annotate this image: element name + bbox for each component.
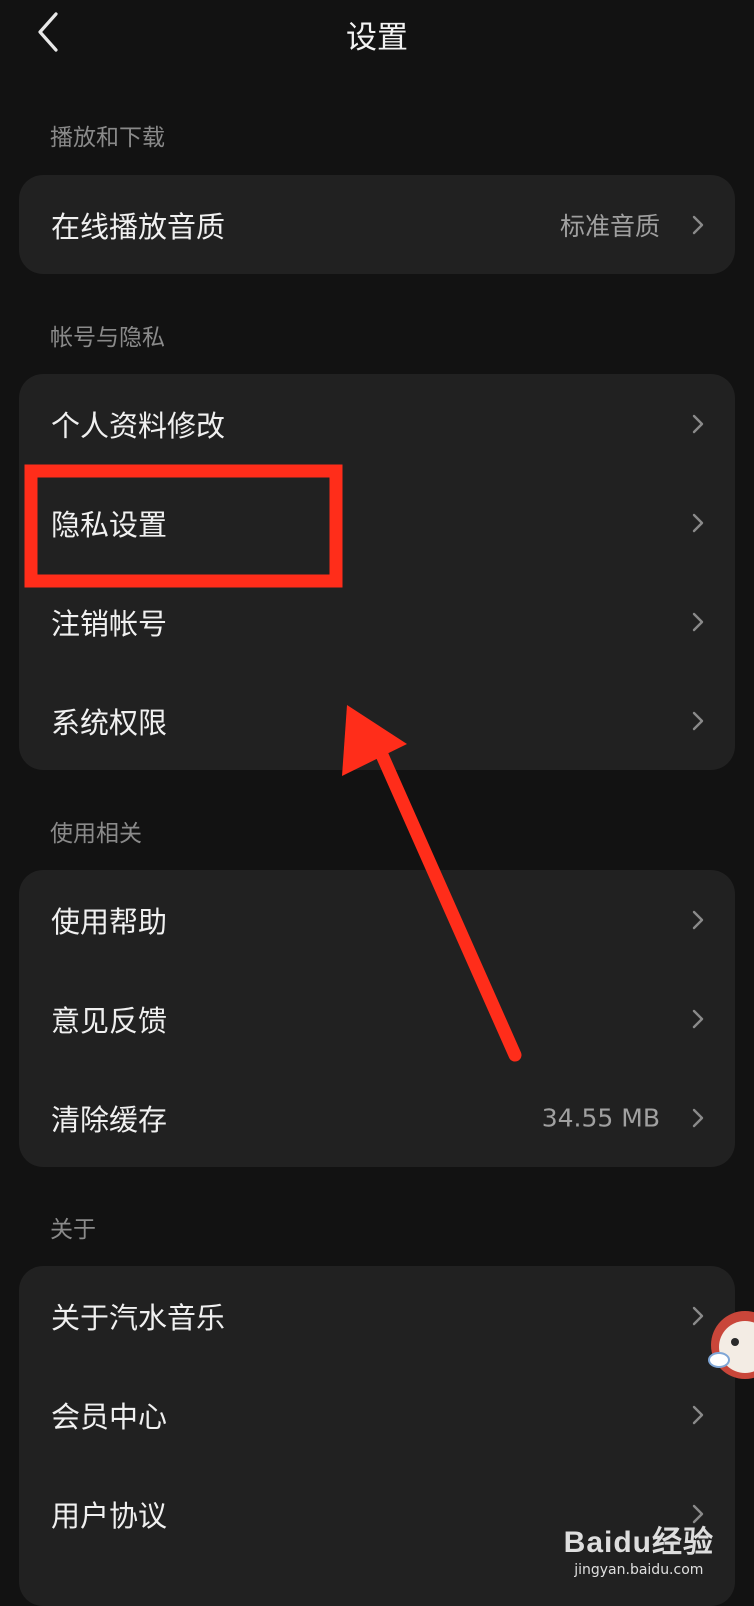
chevron-right-icon xyxy=(692,513,704,532)
chevron-right-icon xyxy=(692,1405,704,1424)
row-label: 注销帐号 xyxy=(51,606,168,641)
row-label: 使用帮助 xyxy=(51,904,168,939)
setting-row-help[interactable]: 使用帮助 xyxy=(19,870,735,969)
top-bar: 设置 xyxy=(0,0,754,64)
chevron-right-icon xyxy=(692,910,704,929)
setting-row-about-app[interactable]: 关于汽水音乐 xyxy=(19,1266,735,1365)
page-title: 设置 xyxy=(346,20,408,56)
row-label: 用户协议 xyxy=(51,1498,168,1533)
chevron-right-icon xyxy=(692,711,704,730)
setting-row-privacy[interactable]: 隐私设置 xyxy=(19,473,735,572)
section-label-usage: 使用相关 xyxy=(50,821,142,847)
setting-row-membership[interactable]: 会员中心 xyxy=(19,1365,735,1464)
card-usage: 使用帮助 意见反馈 清除缓存 34.55 MB xyxy=(19,870,735,1167)
row-label: 清除缓存 xyxy=(51,1102,168,1137)
setting-row-delete-account[interactable]: 注销帐号 xyxy=(19,572,735,671)
row-value: 34.55 MB xyxy=(541,1103,660,1132)
card-playback: 在线播放音质 标准音质 xyxy=(19,175,735,274)
watermark-url: jingyan.baidu.com xyxy=(574,1562,704,1578)
row-label: 会员中心 xyxy=(51,1399,168,1434)
row-label: 在线播放音质 xyxy=(51,209,226,244)
row-label: 关于汽水音乐 xyxy=(51,1300,226,1335)
chevron-right-icon xyxy=(692,612,704,631)
setting-row-edit-profile[interactable]: 个人资料修改 xyxy=(19,374,735,473)
row-label: 隐私设置 xyxy=(51,507,168,542)
mascot-icon[interactable] xyxy=(705,1300,754,1390)
setting-row-system-permissions[interactable]: 系统权限 xyxy=(19,671,735,770)
row-value: 标准音质 xyxy=(559,211,660,241)
row-label: 个人资料修改 xyxy=(51,408,226,443)
chevron-right-icon xyxy=(692,414,704,433)
chevron-right-icon xyxy=(692,1306,704,1325)
chevron-right-icon xyxy=(692,1009,704,1028)
watermark-logo: Baidu经验 xyxy=(563,1526,714,1559)
watermark: Baidu经验 jingyan.baidu.com xyxy=(564,1517,714,1578)
setting-row-feedback[interactable]: 意见反馈 xyxy=(19,969,735,1068)
section-label-about: 关于 xyxy=(50,1217,96,1243)
section-label-account: 帐号与隐私 xyxy=(50,325,165,351)
row-label: 系统权限 xyxy=(51,705,168,740)
card-account: 个人资料修改 隐私设置 注销帐号 系统权限 xyxy=(19,374,735,770)
row-label: 意见反馈 xyxy=(51,1003,168,1038)
chevron-right-icon xyxy=(692,215,704,234)
setting-row-playback-quality[interactable]: 在线播放音质 标准音质 xyxy=(19,175,735,274)
section-label-playback: 播放和下载 xyxy=(50,125,165,151)
setting-row-clear-cache[interactable]: 清除缓存 34.55 MB xyxy=(19,1068,735,1167)
chevron-right-icon xyxy=(692,1108,704,1127)
